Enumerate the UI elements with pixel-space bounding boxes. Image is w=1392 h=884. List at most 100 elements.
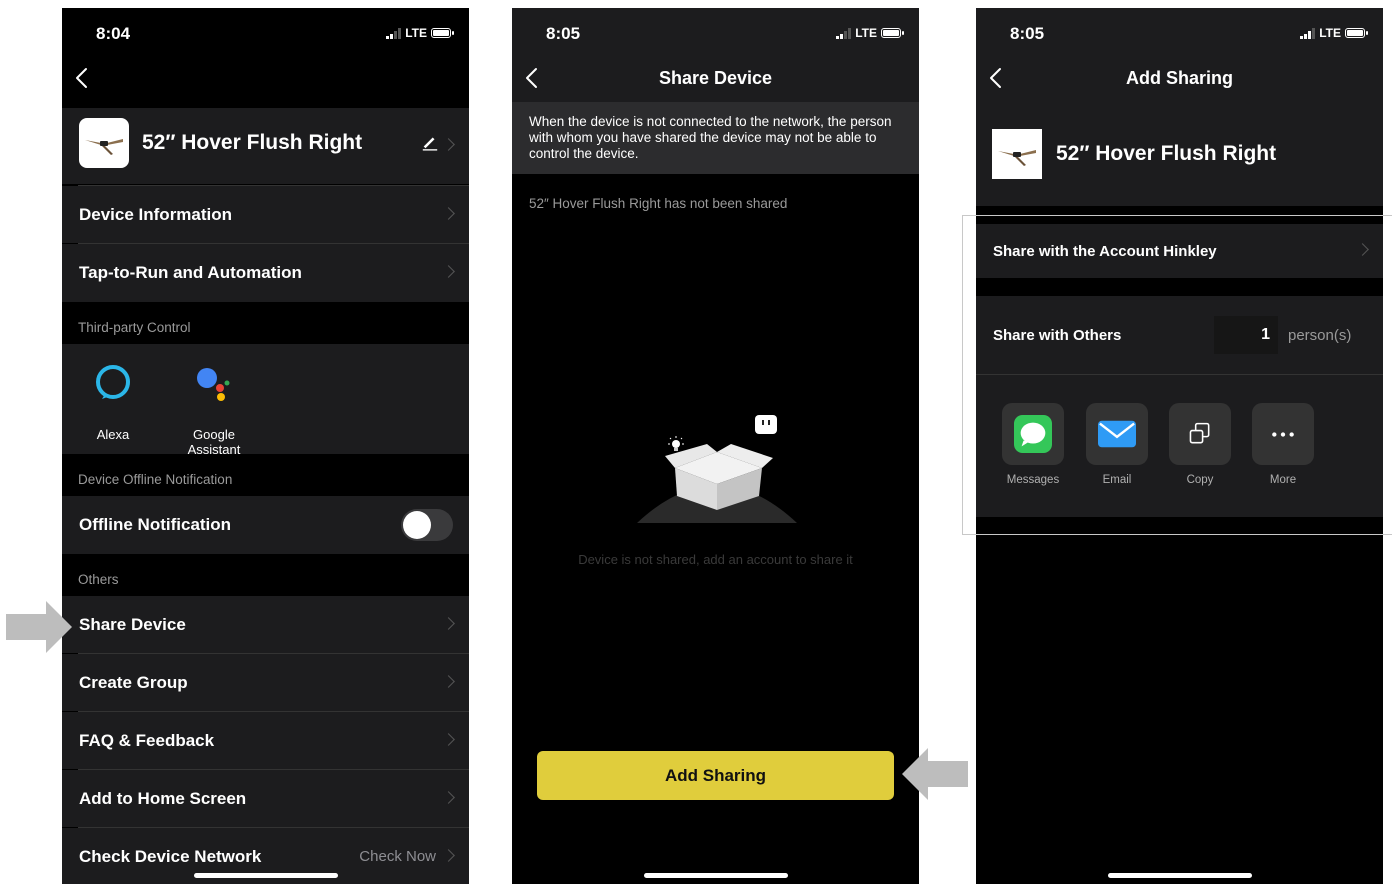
chevron-right-icon: [442, 265, 455, 278]
share-app-tile: [1002, 403, 1064, 465]
chevron-right-icon: [1356, 243, 1369, 256]
device-header[interactable]: 52″ Hover Flush Right: [62, 108, 469, 184]
status-time: 8:05: [546, 24, 581, 43]
row-label: Offline Notification: [79, 515, 232, 534]
device-name: 52″ Hover Flush Right: [142, 131, 363, 154]
share-others-label: Share with Others: [993, 327, 1122, 344]
faq-feedback-row[interactable]: FAQ & Feedback: [62, 712, 469, 769]
row-label: Share with the Account Hinkley: [993, 242, 1217, 260]
status-time: 8:05: [1010, 24, 1045, 43]
row-label: Check Device Network: [79, 846, 262, 866]
tap-to-run-row[interactable]: Tap-to-Run and Automation: [62, 244, 469, 302]
email-icon: [1098, 420, 1136, 448]
battery-icon: [431, 28, 454, 38]
row-label: Add to Home Screen: [79, 788, 247, 808]
pointer-arrow-left: [902, 748, 968, 800]
create-group-row[interactable]: Create Group: [62, 654, 469, 711]
third-party-panel: Alexa Google Assistant: [62, 344, 469, 457]
network-notice: When the device is not connected to the …: [512, 102, 919, 174]
add-sharing-screen: 8:05 LTE Add Sharing 52″ Hover Flush Rig…: [976, 8, 1383, 884]
section-offline: Device Offline Notification: [78, 472, 233, 487]
share-app-tile: [1086, 403, 1148, 465]
signal-icon: [1300, 27, 1316, 39]
person-count-input[interactable]: 1: [1214, 316, 1278, 354]
offline-notification-row: Offline Notification: [62, 496, 469, 554]
google-assistant-icon: [197, 368, 230, 401]
add-sharing-button[interactable]: Add Sharing: [537, 751, 894, 800]
network-label: LTE: [855, 26, 877, 40]
copy-icon: [1189, 422, 1210, 444]
status-bar: 8:04 LTE: [62, 8, 469, 58]
add-home-screen-row[interactable]: Add to Home Screen: [62, 770, 469, 827]
device-settings-screen: 8:04 LTE 52″ Hover Flush Right Device In…: [62, 8, 469, 884]
not-shared-label: 52″ Hover Flush Right has not been share…: [529, 196, 788, 211]
back-chevron-icon[interactable]: [72, 66, 94, 90]
share-app-copy[interactable]: Copy: [1169, 403, 1233, 486]
share-app-tile: [1169, 403, 1231, 465]
share-app-tile: [1252, 403, 1314, 465]
page-title: Share Device: [658, 68, 773, 88]
network-label: LTE: [405, 26, 427, 40]
page-title: Add Sharing: [1126, 68, 1233, 88]
device-information-row[interactable]: Device Information: [62, 186, 469, 243]
share-device-row[interactable]: Share Device: [62, 596, 469, 653]
device-thumbnail: [79, 118, 129, 168]
edit-pencil-icon[interactable]: [421, 133, 439, 151]
empty-box-illustration: [637, 415, 797, 523]
ceiling-fan-icon: [998, 150, 1036, 166]
chevron-right-icon: [442, 616, 455, 630]
app-label: Email: [1102, 474, 1132, 486]
device-thumbnail: [992, 129, 1042, 179]
share-app-more[interactable]: More: [1252, 403, 1316, 486]
share-account-row[interactable]: Share with the Account Hinkley: [976, 224, 1383, 278]
pointer-arrow-right: [6, 601, 72, 653]
alexa-label: Alexa: [96, 427, 130, 442]
row-label: Create Group: [79, 672, 188, 692]
network-label: LTE: [1319, 26, 1341, 40]
empty-state-text: Device is not shared, add an account to …: [578, 552, 853, 567]
status-bar: 8:05 LTE: [512, 8, 919, 58]
share-app-messages[interactable]: Messages: [1002, 403, 1066, 486]
section-others: Others: [78, 572, 119, 587]
check-now-label[interactable]: Check Now: [359, 848, 436, 865]
share-app-email[interactable]: Email: [1086, 403, 1150, 486]
chevron-right-icon: [442, 674, 455, 688]
google-assistant-label: Google Assistant: [187, 427, 241, 457]
status-bar: 8:05 LTE: [976, 8, 1383, 58]
app-label: More: [1269, 474, 1297, 486]
chevron-right-icon: [442, 848, 455, 862]
row-label: Share Device: [79, 614, 186, 634]
alexa-icon: [96, 365, 130, 399]
chevron-right-icon: [442, 206, 455, 220]
home-indicator: [193, 873, 338, 878]
chevron-right-icon: [442, 732, 455, 746]
signal-icon: [836, 27, 852, 39]
divider: [976, 374, 1383, 375]
chevron-right-icon: [442, 790, 455, 804]
battery-icon: [1345, 28, 1368, 38]
home-indicator: [643, 873, 788, 878]
toggle-knob: [403, 511, 431, 539]
ceiling-fan-icon: [85, 139, 123, 155]
section-third-party: Third-party Control: [78, 320, 191, 335]
alexa-item[interactable]: Alexa: [82, 362, 144, 442]
row-label: Tap-to-Run and Automation: [79, 263, 302, 282]
row-label: FAQ & Feedback: [79, 730, 215, 750]
app-label: Messages: [1006, 474, 1060, 486]
person-unit-label: person(s): [1288, 327, 1352, 344]
row-label: Device Information: [79, 204, 233, 224]
more-icon: [1272, 431, 1294, 437]
share-others-panel: Share with Others 1 person(s) Messages E…: [976, 296, 1383, 517]
notice-text: When the device is not connected to the …: [529, 114, 892, 161]
offline-toggle[interactable]: [401, 509, 453, 541]
signal-icon: [386, 27, 402, 39]
home-indicator: [1107, 873, 1252, 878]
device-name: 52″ Hover Flush Right: [1056, 142, 1277, 165]
chevron-right-icon: [442, 138, 455, 151]
app-label: Copy: [1186, 474, 1214, 486]
messages-icon: [1014, 415, 1052, 453]
share-device-screen: 8:05 LTE Share Device When the device is…: [512, 8, 919, 884]
google-assistant-item[interactable]: Google Assistant: [174, 362, 254, 457]
status-time: 8:04: [96, 24, 131, 43]
battery-icon: [881, 28, 904, 38]
